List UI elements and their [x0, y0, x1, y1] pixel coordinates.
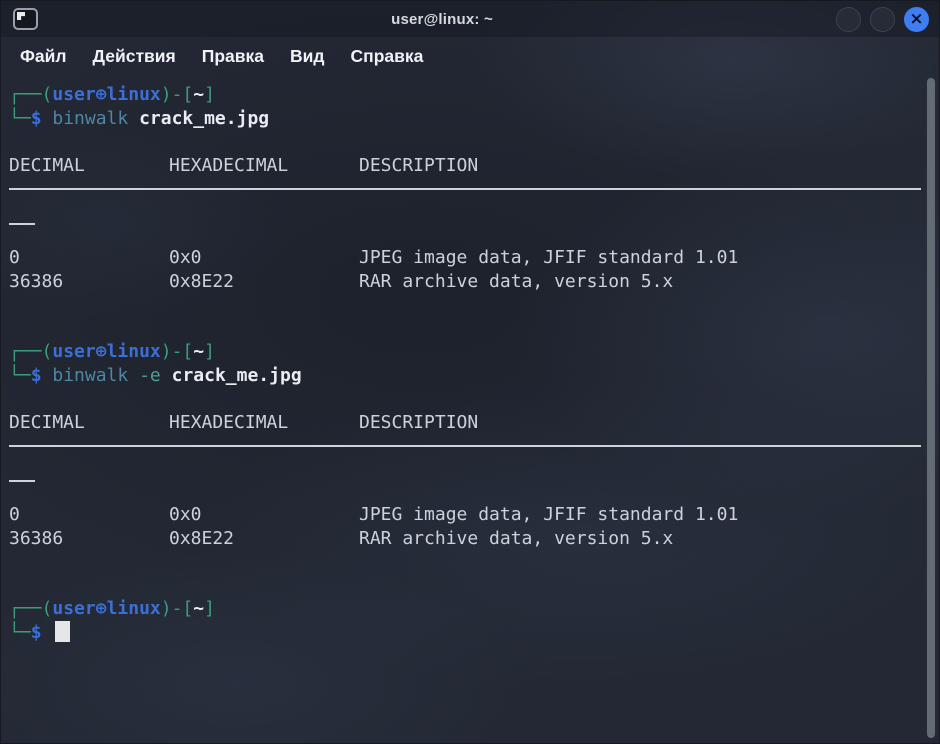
table-separator: [9, 445, 917, 469]
blank-line: [9, 130, 917, 154]
table-header-decimal: DECIMAL: [9, 154, 169, 178]
table-header-row: DECIMALHEXADECIMALDESCRIPTION: [9, 411, 917, 435]
table-cell-hexadecimal: 0x0: [169, 503, 359, 527]
blank-line: [9, 317, 917, 341]
table-cell-hexadecimal: 0x0: [169, 246, 359, 270]
prompt-char: $: [31, 108, 53, 129]
table-header-decimal: DECIMAL: [9, 411, 169, 435]
scrollbar-thumb[interactable]: [927, 78, 935, 738]
table-row: 00x0JPEG image data, JFIF standard 1.01: [9, 503, 917, 527]
table-cell-hexadecimal: 0x8E22: [169, 527, 359, 551]
table-separator-wrap: [9, 480, 917, 504]
prompt-host: linux: [107, 84, 161, 105]
table-cell-description: JPEG image data, JFIF standard 1.01: [359, 504, 738, 525]
prompt-frame: └─: [9, 622, 31, 643]
table-cell-decimal: 36386: [9, 527, 169, 551]
command-argument: crack_me.jpg: [139, 108, 269, 129]
table-separator: [9, 188, 917, 212]
blank-line: [9, 387, 917, 411]
table-separator-wrap: [9, 223, 917, 247]
table-header-row: DECIMALHEXADECIMALDESCRIPTION: [9, 154, 917, 178]
prompt-user: user: [52, 341, 95, 362]
command-argument: crack_me.jpg: [172, 365, 302, 386]
prompt-line-top: ┌──(user⊕linux)-[~]: [9, 83, 917, 107]
table-row: 363860x8E22RAR archive data, version 5.x: [9, 527, 917, 551]
blank-line: [9, 574, 917, 598]
table-row: 00x0JPEG image data, JFIF standard 1.01: [9, 246, 917, 270]
terminal-cursor: [55, 621, 70, 642]
table-cell-description: RAR archive data, version 5.x: [359, 528, 673, 549]
prompt-frame: )-[: [161, 341, 194, 362]
table-header-description: DESCRIPTION: [359, 412, 478, 433]
prompt-frame: ]: [204, 84, 215, 105]
table-header-description: DESCRIPTION: [359, 155, 478, 176]
prompt-cwd: ~: [193, 341, 204, 362]
menu-item-help[interactable]: Справка: [338, 42, 437, 71]
separator-rule-wrap: [9, 480, 35, 482]
prompt-line-bottom: └─$ binwalk -e crack_me.jpg: [9, 364, 917, 388]
prompt-frame: ┌──(: [9, 341, 52, 362]
kali-at-icon: ⊕: [96, 84, 107, 105]
prompt-line-bottom: └─$: [9, 621, 917, 645]
prompt-host: linux: [107, 598, 161, 619]
prompt-frame: )-[: [161, 598, 194, 619]
table-cell-decimal: 0: [9, 503, 169, 527]
prompt-cwd: ~: [193, 598, 204, 619]
scrollbar-track[interactable]: [925, 76, 937, 740]
command-program: binwalk: [52, 108, 128, 129]
table-cell-description: RAR archive data, version 5.x: [359, 271, 673, 292]
table-cell-decimal: 36386: [9, 270, 169, 294]
prompt-char: $: [31, 365, 53, 386]
window-title: user@linux: ~: [1, 11, 883, 28]
prompt-user: user: [52, 598, 95, 619]
separator-rule: [9, 188, 921, 190]
menu-item-view[interactable]: Вид: [277, 42, 338, 71]
menu-item-edit[interactable]: Правка: [189, 42, 277, 71]
prompt-char: $: [31, 622, 53, 643]
separator-rule: [9, 445, 921, 447]
prompt-frame: ]: [204, 341, 215, 362]
prompt-line-top: ┌──(user⊕linux)-[~]: [9, 340, 917, 364]
prompt-frame: )-[: [161, 84, 194, 105]
title-bar: user@linux: ~ ×: [1, 1, 939, 37]
table-row: 363860x8E22RAR archive data, version 5.x: [9, 270, 917, 294]
menu-item-actions[interactable]: Действия: [80, 42, 189, 71]
prompt-line-bottom: └─$ binwalk crack_me.jpg: [9, 107, 917, 131]
table-header-hexadecimal: HEXADECIMAL: [169, 154, 359, 178]
blank-line: [9, 550, 917, 574]
kali-at-icon: ⊕: [96, 598, 107, 619]
prompt-frame: ┌──(: [9, 598, 52, 619]
table-cell-description: JPEG image data, JFIF standard 1.01: [359, 247, 738, 268]
command-program: binwalk: [52, 365, 128, 386]
prompt-user: user: [52, 84, 95, 105]
kali-at-icon: ⊕: [96, 341, 107, 362]
prompt-host: linux: [107, 341, 161, 362]
prompt-frame: └─: [9, 108, 31, 129]
terminal-body[interactable]: ┌──(user⊕linux)-[~]└─$ binwalk crack_me.…: [1, 75, 939, 743]
command-flag: -e: [139, 365, 161, 386]
prompt-frame: ┌──(: [9, 84, 52, 105]
menu-bar: ФайлДействияПравкаВидСправка: [1, 37, 939, 75]
menu-item-file[interactable]: Файл: [7, 42, 80, 71]
terminal-window: user@linux: ~ × ФайлДействияПравкаВидСпр…: [0, 0, 940, 744]
table-cell-decimal: 0: [9, 246, 169, 270]
blank-line: [9, 293, 917, 317]
prompt-cwd: ~: [193, 84, 204, 105]
prompt-frame: └─: [9, 365, 31, 386]
table-cell-hexadecimal: 0x8E22: [169, 270, 359, 294]
prompt-line-top: ┌──(user⊕linux)-[~]: [9, 597, 917, 621]
table-header-hexadecimal: HEXADECIMAL: [169, 411, 359, 435]
close-button[interactable]: ×: [904, 7, 929, 32]
prompt-frame: ]: [204, 598, 215, 619]
separator-rule-wrap: [9, 223, 35, 225]
